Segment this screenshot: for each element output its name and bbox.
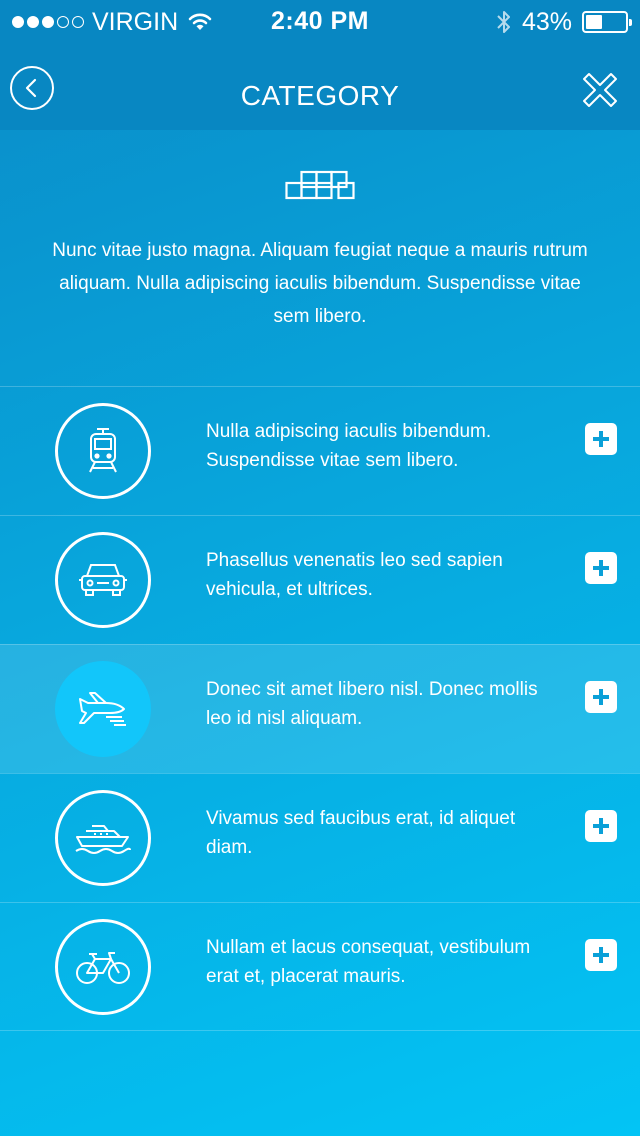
plus-icon [593, 431, 609, 447]
car-icon-circle [55, 532, 151, 628]
ship-icon [75, 825, 131, 854]
battery-icon [582, 11, 632, 33]
list-item-text: Donec sit amet libero nisl. Donec mollis… [206, 679, 538, 729]
bluetooth-icon [497, 11, 510, 33]
list-item-car[interactable]: Phasellus venenatis leo sed sapien vehic… [0, 515, 640, 644]
close-icon[interactable] [580, 70, 620, 110]
status-right-group: 43% [496, 7, 632, 36]
train-icon [89, 428, 117, 473]
plus-icon [593, 560, 609, 576]
page-title: CATEGORY [240, 80, 400, 111]
ship-icon-circle [55, 790, 151, 886]
plus-icon [593, 689, 609, 705]
status-bar: VIRGIN 2:40 PM 43% [0, 0, 640, 44]
bicycle-icon-circle [55, 919, 151, 1015]
category-header: Nunc vitae justo magna. Aliquam feugiat … [0, 130, 640, 386]
list-item-text: Nullam et lacus consequat, vestibulum er… [206, 937, 531, 987]
category-description: Nunc vitae justo magna. Aliquam feugiat … [52, 240, 588, 327]
plus-icon [593, 947, 609, 963]
list-item-ship[interactable]: Vivamus sed faucibus erat, id aliquet di… [0, 773, 640, 902]
bicycle-icon [76, 952, 130, 984]
plus-icon [593, 818, 609, 834]
list-item-bicycle[interactable]: Nullam et lacus consequat, vestibulum er… [0, 902, 640, 1031]
list-item-text: Vivamus sed faucibus erat, id aliquet di… [206, 808, 516, 858]
add-button[interactable] [585, 552, 617, 584]
nav-bar: CATEGORY [0, 44, 640, 130]
list-item-text: Phasellus venenatis leo sed sapien vehic… [206, 550, 503, 600]
list-item-train[interactable]: Nulla adipiscing iaculis bibendum. Suspe… [0, 386, 640, 515]
car-icon [79, 564, 127, 596]
airplane-icon-circle [55, 661, 151, 757]
train-icon-circle [55, 403, 151, 499]
list-item-airplane[interactable]: Donec sit amet libero nisl. Donec mollis… [0, 644, 640, 773]
add-button[interactable] [585, 423, 617, 455]
battery-level [586, 15, 603, 29]
list-item-text: Nulla adipiscing iaculis bibendum. Suspe… [206, 421, 492, 471]
add-button[interactable] [585, 681, 617, 713]
battery-percent: 43% [521, 7, 572, 36]
airplane-icon [79, 692, 126, 726]
add-button[interactable] [585, 939, 617, 971]
blocks-icon [285, 170, 355, 200]
category-list: Nulla adipiscing iaculis bibendum. Suspe… [0, 386, 640, 1031]
add-button[interactable] [585, 810, 617, 842]
